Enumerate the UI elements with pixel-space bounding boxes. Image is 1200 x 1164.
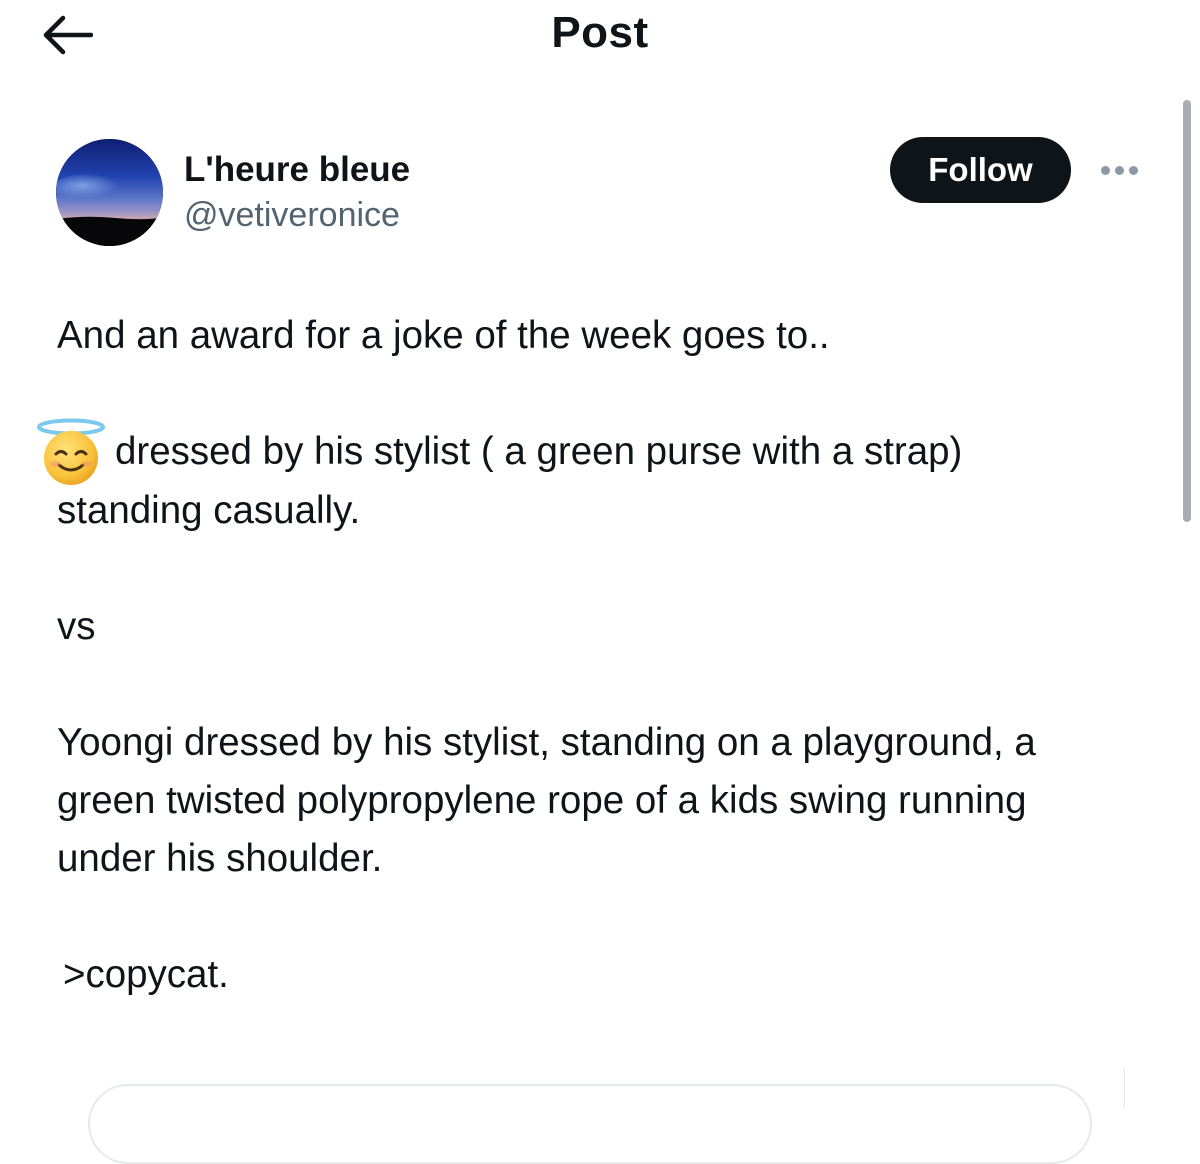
post-text-line: Yoongi dressed by his stylist, standing … bbox=[57, 721, 1036, 764]
avatar-image bbox=[56, 139, 163, 246]
post-text-line: vs bbox=[57, 605, 96, 648]
page-title: Post bbox=[551, 8, 649, 57]
post-text-line: >copycat. bbox=[63, 953, 229, 996]
avatar[interactable] bbox=[56, 139, 163, 246]
scrollbar[interactable] bbox=[1183, 100, 1191, 522]
post-text-line: standing casually. bbox=[57, 489, 361, 532]
post-text-line: dressed by his stylist ( a green purse w… bbox=[115, 430, 963, 473]
post-text-line: green twisted polypropylene rope of a ki… bbox=[57, 779, 1027, 822]
more-options-button[interactable] bbox=[1092, 152, 1146, 188]
top-bar: Post bbox=[0, 0, 1200, 70]
reply-input[interactable] bbox=[88, 1084, 1092, 1164]
post-text-line: And an award for a joke of the week goes… bbox=[57, 314, 830, 357]
more-horizontal-icon-dot bbox=[1128, 165, 1138, 175]
follow-button[interactable]: Follow bbox=[890, 137, 1071, 203]
smiling-face-with-halo-icon bbox=[37, 418, 105, 485]
more-horizontal-icon-dot bbox=[1114, 165, 1124, 175]
author-handle[interactable]: @vetiveronice bbox=[184, 196, 400, 235]
post-text-line: under his shoulder. bbox=[57, 837, 383, 880]
more-horizontal-icon bbox=[1100, 165, 1110, 175]
divider bbox=[1124, 1068, 1125, 1108]
author-name[interactable]: L'heure bleue bbox=[184, 150, 410, 190]
